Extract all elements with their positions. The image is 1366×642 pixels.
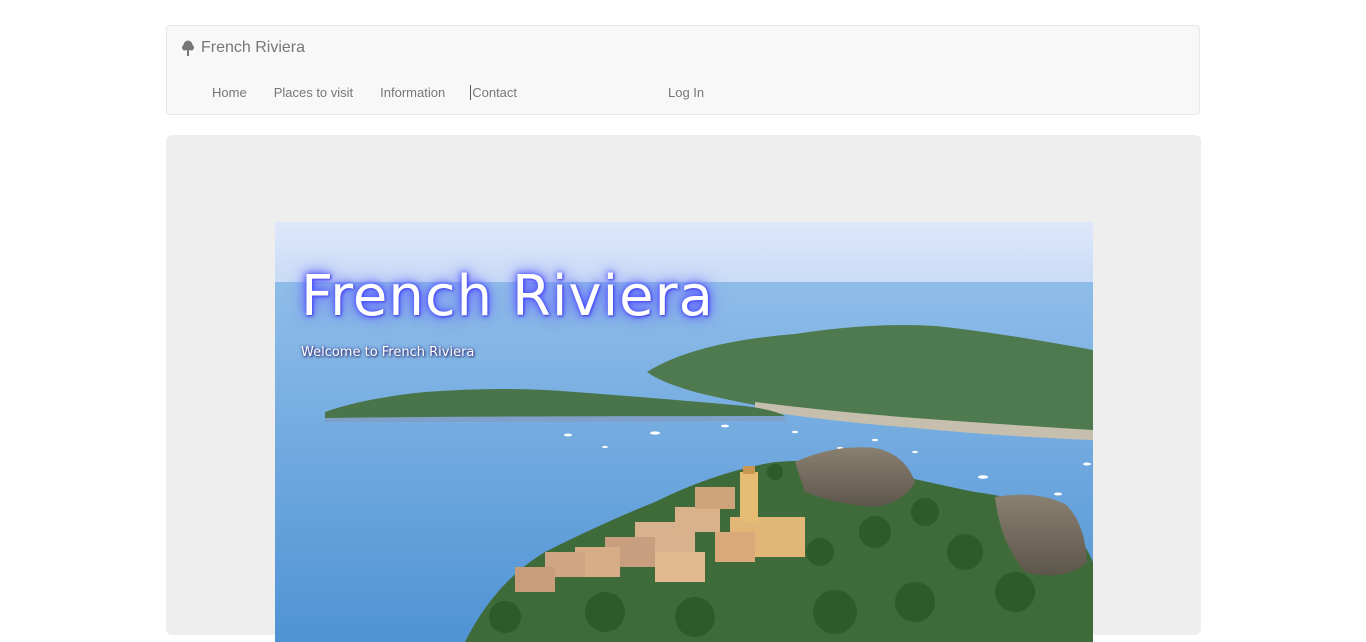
tree-icon <box>181 40 195 56</box>
hero-subtitle: Welcome to French Riviera <box>301 345 475 360</box>
nav-links: Home Places to visit Information Contact <box>212 85 544 100</box>
brand-label: French Riviera <box>201 39 306 56</box>
login-link[interactable]: Log In <box>668 85 704 100</box>
nav-places-to-visit[interactable]: Places to visit <box>274 85 353 100</box>
hero-banner: French Riviera Welcome to French Riviera <box>275 222 1093 642</box>
navbar: French Riviera Home Places to visit Info… <box>166 25 1200 115</box>
nav-home[interactable]: Home <box>212 85 247 100</box>
hero-title: French Riviera <box>301 264 714 329</box>
nav-information[interactable]: Information <box>380 85 445 100</box>
brand-link[interactable]: French Riviera <box>181 39 305 57</box>
jumbotron: French Riviera Welcome to French Riviera <box>166 135 1201 642</box>
nav-contact[interactable]: Contact <box>470 85 517 100</box>
